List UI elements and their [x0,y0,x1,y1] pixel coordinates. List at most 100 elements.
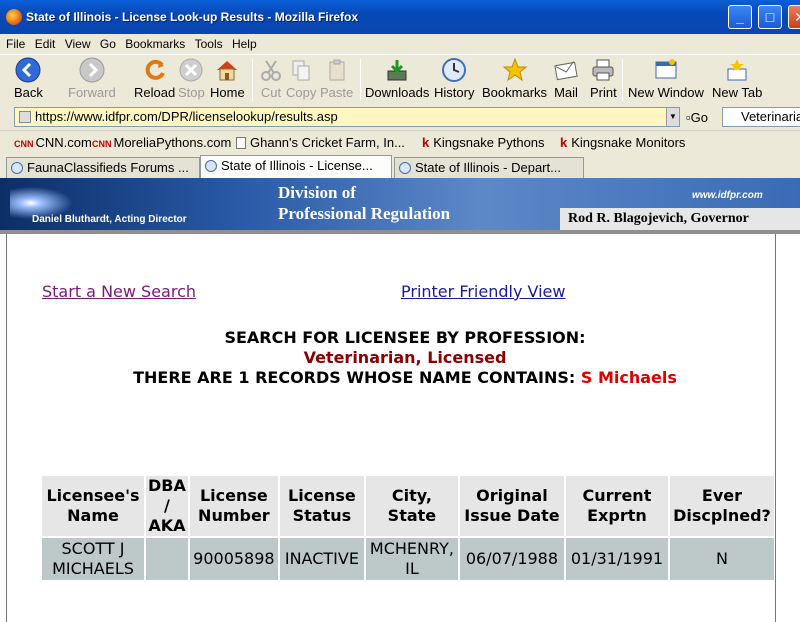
printer-icon [592,59,614,81]
new-tab-label: New Tab [712,85,763,100]
toolbar-separator [360,59,361,101]
download-icon [387,60,407,81]
new-window-icon [655,59,677,79]
bookmark-ghanns[interactable]: Ghann's Cricket Farm, In... [236,135,405,150]
search-field[interactable]: Veterinarian [722,107,800,127]
menu-tools[interactable]: Tools [195,37,223,51]
reload-icon [145,59,165,80]
navigation-toolbar: Back Forward Reload Stop Home Cut Copy P… [0,54,800,104]
minimize-button[interactable]: _ [728,5,752,29]
column-header: Original Issue Date [459,476,564,536]
disciplined-cell: N [669,538,774,580]
search-text: Veterinarian [741,109,800,124]
bookmarks-button[interactable]: Bookmarks [482,57,547,100]
copy-icon [292,60,310,81]
close-button[interactable]: ✕ [788,5,800,29]
cut-button[interactable]: Cut [258,57,284,100]
cnn-icon: CNN [92,139,112,149]
back-arrow-icon [15,57,41,83]
star-icon [502,57,527,82]
menu-go[interactable]: Go [100,37,116,51]
forward-arrow-icon [79,57,105,83]
new-window-label: New Window [628,85,704,100]
bookmarks-label: Bookmarks [482,85,548,100]
forward-label: Forward [68,85,116,100]
toolbar-separator [252,59,253,101]
division-line2: Professional Regulation [278,204,451,223]
url-dropdown-button[interactable]: ▼ [666,108,679,126]
kingsnake-icon: k [422,135,430,150]
column-header: City, State [365,476,458,536]
back-button[interactable]: Back [14,57,43,100]
tab-illinois-department[interactable]: State of Illinois - Depart... [394,157,584,178]
page-icon [236,137,246,149]
governor-name: Rod R. Blagojevich, Governor [560,208,800,230]
stop-icon [179,58,203,82]
url-field[interactable]: https://www.idfpr.com/DPR/licenselookup/… [14,107,680,127]
menu-edit[interactable]: Edit [35,37,56,51]
tab-illinois-license[interactable]: State of Illinois - License... [200,155,392,178]
printer-friendly-link[interactable]: Printer Friendly View [401,282,565,301]
downloads-button[interactable]: Downloads [365,57,429,100]
kingsnake-icon: k [560,135,568,150]
home-button[interactable]: Home [210,57,245,100]
scissors-icon [261,60,281,81]
paste-label: Paste [320,85,354,100]
history-label: History [434,85,475,100]
copy-label: Copy [286,85,317,100]
back-label: Back [14,85,43,100]
maximize-button[interactable]: □ [758,5,782,29]
menu-bar: File Edit View Go Bookmarks Tools Help [0,34,800,54]
bookmark-cnn[interactable]: CNN CNN.com [14,135,92,150]
search-name: S Michaels [580,368,677,387]
downloads-label: Downloads [365,85,430,100]
print-button[interactable]: Print [590,57,617,100]
content-left-border [6,234,7,622]
reload-button[interactable]: Reload [134,57,175,100]
cnn-icon: CNN [14,139,34,149]
bookmark-kingsnake-pythons[interactable]: k Kingsnake Pythons [422,135,545,150]
address-bar-row: https://www.idfpr.com/DPR/licenselookup/… [0,104,800,130]
dba-cell [146,538,188,580]
bookmark-moreliapythons[interactable]: CNN MoreliaPythons.com [92,135,231,150]
director-name: Daniel Bluthardt, Acting Director [32,214,187,225]
bookmarks-toolbar: CNN CNN.com CNN MoreliaPythons.com Ghann's… [0,130,800,154]
menu-help[interactable]: Help [232,37,257,51]
menu-view[interactable]: View [65,37,91,51]
menu-file[interactable]: File [6,37,25,51]
license-number-cell: 90005898 [189,538,278,580]
go-button[interactable]: ▫Go [686,110,708,125]
clock-icon [442,58,467,82]
division-line1: Division of [278,183,356,202]
new-tab-icon [727,59,747,81]
new-tab-button[interactable]: New Tab [712,57,762,100]
forward-button[interactable]: Forward [68,57,116,100]
expiration-cell: 01/31/1991 [565,538,668,580]
copy-button[interactable]: Copy [286,57,316,100]
history-button[interactable]: History [434,57,474,100]
toolbar-separator [622,59,623,101]
url-text: https://www.idfpr.com/DPR/licenselookup/… [35,109,338,124]
tab-strip: FaunaClassifieds Forums ... State of Ill… [0,154,800,178]
mail-button[interactable]: Mail [553,57,579,100]
page-icon [19,111,31,123]
paste-button[interactable]: Paste [320,57,353,100]
new-window-button[interactable]: New Window [628,57,704,100]
idfpr-banner: Daniel Bluthardt, Acting Director Divisi… [0,178,800,230]
search-heading: SEARCH FOR LICENSEE BY PROFESSION: [224,328,586,347]
bookmark-kingsnake-monitors[interactable]: k Kingsnake Monitors [560,135,685,150]
window-title-bar: State of Illinois - License Look-up Resu… [0,0,800,34]
table-header-row: Licensee's Name DBA / AKA License Number… [42,476,774,536]
menu-bookmarks[interactable]: Bookmarks [125,37,185,51]
firefox-icon [6,9,22,25]
division-title: Division of Professional Regulation [278,182,450,224]
start-new-search-link[interactable]: Start a New Search [42,282,196,301]
results-table: Licensee's Name DBA / AKA License Number… [40,474,776,582]
tab-faunaclassifieds[interactable]: FaunaClassifieds Forums ... [6,157,200,178]
print-label: Print [590,85,617,100]
stop-button[interactable]: Stop [178,57,205,100]
records-count-heading: THERE ARE 1 RECORDS WHOSE NAME CONTAINS:… [0,368,800,387]
home-label: Home [210,85,245,100]
column-header: Licensee's Name [42,476,145,536]
records-count-text: THERE ARE 1 RECORDS WHOSE NAME CONTAINS: [133,368,576,387]
